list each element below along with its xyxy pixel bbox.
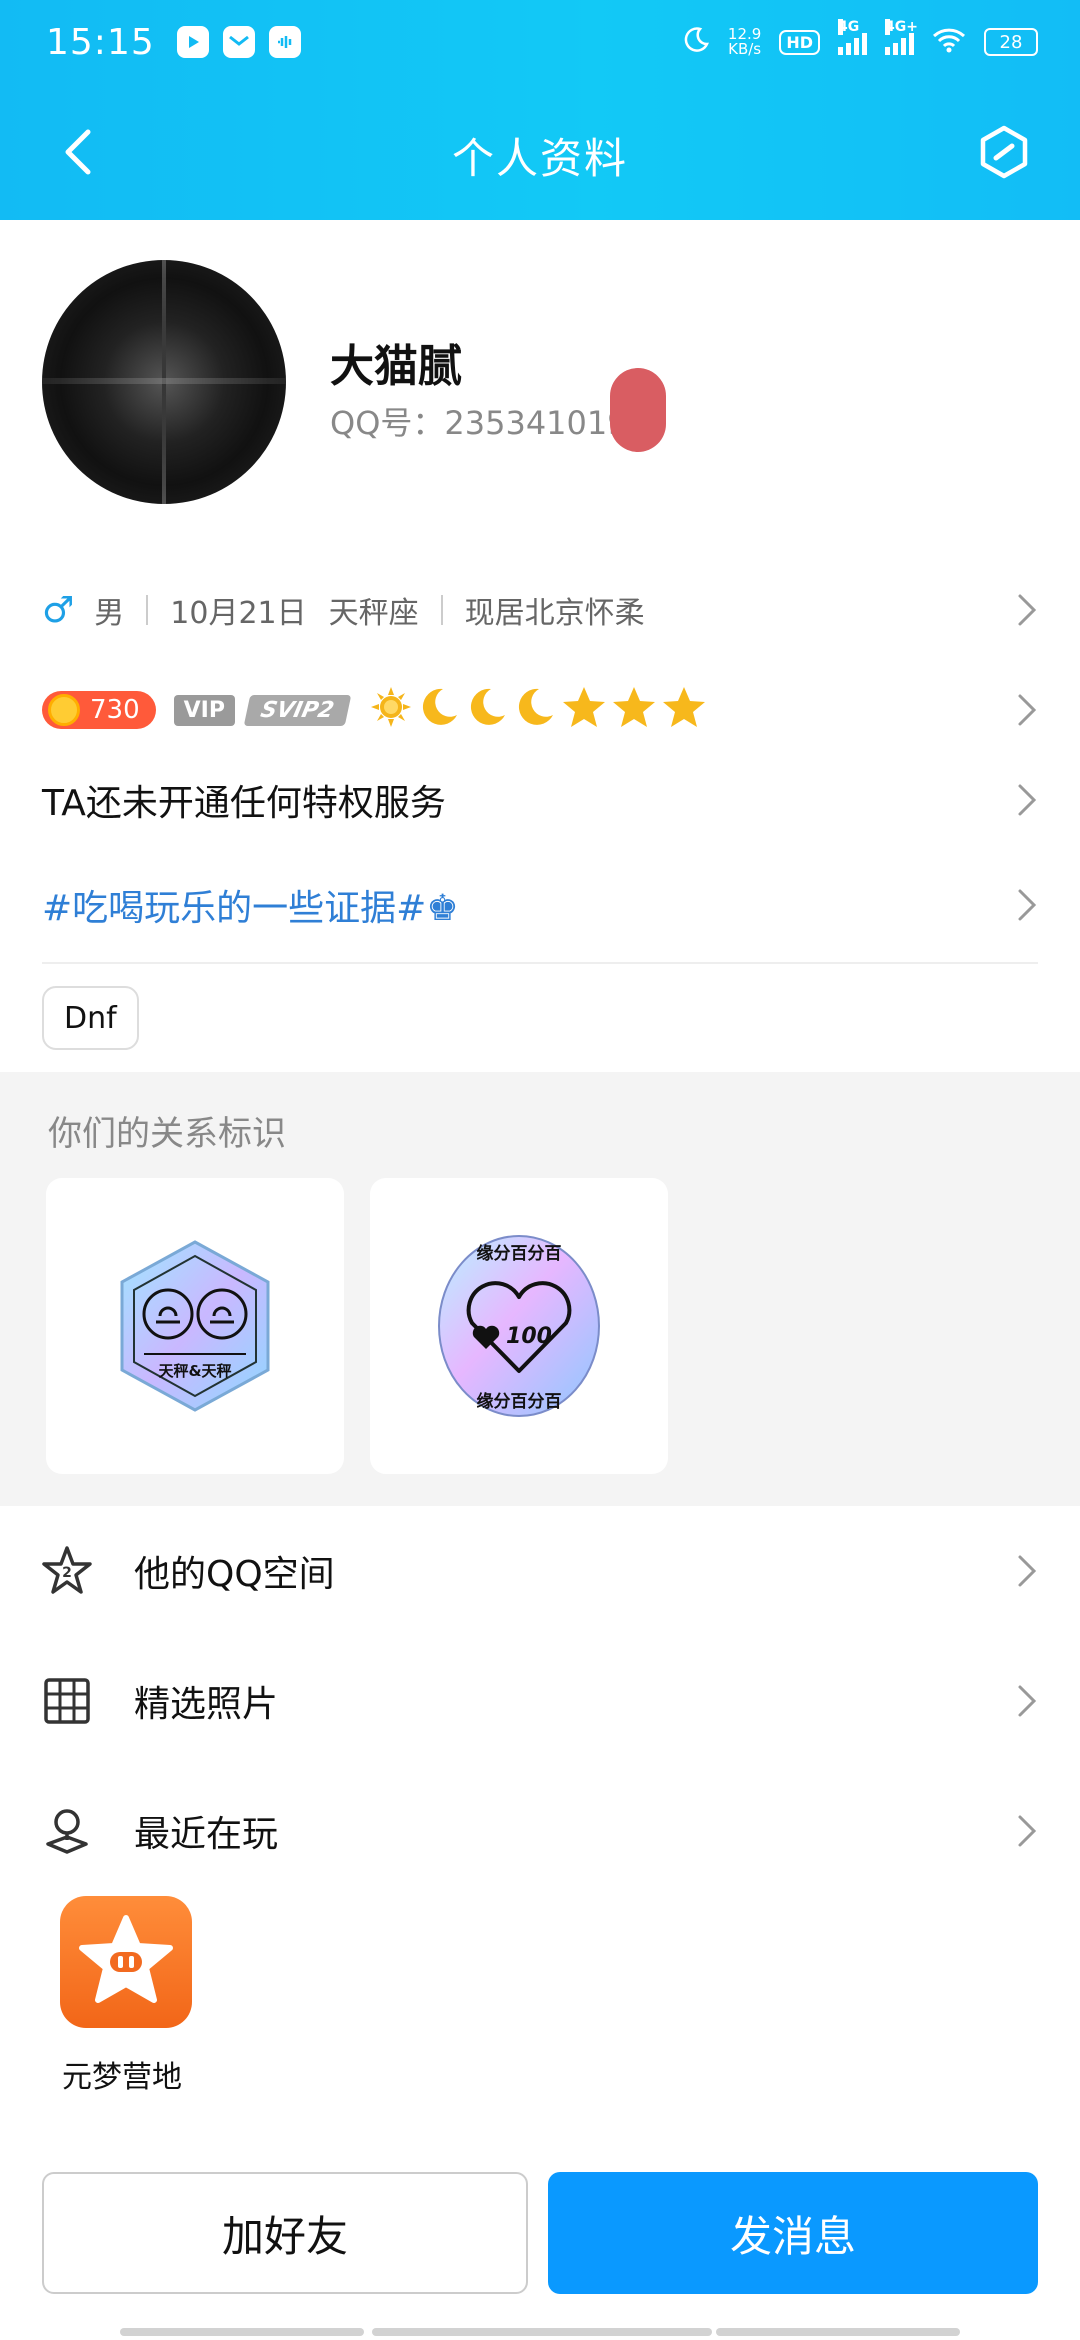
star-icon [661,684,707,737]
chevron-right-icon [1016,692,1038,728]
back-arrow-icon [65,129,91,175]
chevron-right-icon [1016,1683,1038,1719]
home-indicator [372,2328,712,2336]
avatar[interactable] [42,260,286,504]
audio-app-icon [268,26,301,58]
relation-section: 你们的关系标识 天秤&天秤 缘分百分百 100 缘分百分百 [0,1072,1080,1506]
battery-indicator: 28 [984,28,1038,56]
chevron-right-icon [1016,887,1038,923]
star-icon [611,684,657,737]
header: 15:15 12.9 KB/s HD 4G 4G+ 28 个人资料 [0,0,1080,220]
edit-profile-button[interactable] [974,122,1034,182]
add-friend-button[interactable]: 加好友 [42,2172,528,2294]
signature-tag-row[interactable]: #吃喝玩乐的一些证据#♚ [42,855,1038,955]
chevron-right-icon [1016,1553,1038,1589]
send-message-button[interactable]: 发消息 [548,2172,1038,2294]
divider [146,595,149,625]
card2-bottom-text: 缘分百分百 [477,1391,562,1412]
svg-text:2: 2 [62,1565,72,1581]
interest-tag[interactable]: Dnf [42,986,139,1050]
moon-icon [417,685,461,736]
hd-badge: HD [779,29,820,55]
photos-label: 精选照片 [134,1684,279,1725]
zodiac-text: 天秤座 [328,596,419,631]
level-badge: 730 [42,691,156,729]
home-indicator [120,2328,364,2336]
status-bar: 15:15 12.9 KB/s HD 4G 4G+ 28 [0,0,1080,84]
sim2-signal-icon: 4G+ [885,19,918,55]
photos-row[interactable]: 精选照片 [0,1636,1080,1766]
section-divider [42,962,1038,964]
sim1-type: 4G [838,19,860,35]
card2-top-text: 缘分百分百 [477,1243,562,1264]
divider [440,595,443,625]
mail-app-icon [222,26,255,58]
signature-tag-text: #吃喝玩乐的一些证据#♚ [42,888,459,929]
page-title: 个人资料 [451,133,628,183]
recent-playing-row[interactable]: 最近在玩 [0,1766,1080,1896]
qq-number: QQ号：235341019 [330,404,628,442]
qzone-row[interactable]: 2 他的QQ空间 [0,1506,1080,1636]
relation-card-libra[interactable]: 天秤&天秤 [46,1178,344,1474]
nav-bar: 个人资料 [0,100,1080,210]
badge-row[interactable]: 730 VIP SVIP2 [42,660,1038,760]
star-icon [561,684,607,737]
game-pin-icon [40,1804,94,1858]
privilege-text: TA还未开通任何特权服务 [42,783,446,824]
moon-icon [682,26,710,59]
status-right: 12.9 KB/s HD 4G 4G+ 28 [682,19,1038,59]
hexagon-edit-icon [980,125,1028,179]
libra-card-label: 天秤&天秤 [158,1362,231,1380]
location-text: 现居北京怀柔 [464,596,645,631]
moon-icon [513,685,557,736]
libra-badge-icon: 天秤&天秤 [120,1240,270,1412]
game-name: 元梦营地 [62,2060,182,2095]
male-gender-icon: ♂ [42,589,75,631]
status-notification-icons [176,26,301,58]
level-value: 730 [90,695,140,725]
moon-icon [465,685,509,736]
relation-title: 你们的关系标识 [48,1114,286,1154]
qzone-label: 他的QQ空间 [134,1554,335,1595]
star-mascot-icon [79,1915,173,2003]
net-speed-unit: KB/s [728,40,762,58]
recent-playing-label: 最近在玩 [134,1814,279,1855]
birthday-text: 10月21日 [170,596,307,631]
nickname: 大猫腻 [330,341,462,392]
level-icons [369,684,707,737]
chevron-right-icon [1016,1813,1038,1849]
vip-badge: VIP [173,694,235,726]
gender-text: 男 [94,596,125,631]
status-time: 15:15 [46,21,155,63]
redaction-mark [610,368,666,452]
level-sun-icon [48,694,80,726]
chevron-right-icon [1016,592,1038,628]
grid-photos-icon [40,1674,94,1728]
sim2-type: 4G+ [885,19,918,35]
sun-icon [369,685,413,736]
back-button[interactable] [50,122,110,182]
card2-number: 100 [506,1324,552,1349]
network-speed: 12.9 KB/s [728,27,761,57]
relation-card-hundred[interactable]: 缘分百分百 100 缘分百分百 [370,1178,668,1474]
sim1-signal-icon: 4G [838,19,867,55]
chevron-right-icon [1016,782,1038,818]
home-indicator [716,2328,960,2336]
privilege-row[interactable]: TA还未开通任何特权服务 [42,750,1038,850]
heart-badge-icon: 缘分百分百 100 缘分百分百 [438,1235,600,1417]
svip-badge: SVIP2 [243,694,351,726]
video-app-icon [176,26,209,58]
yuanmeng-app-icon[interactable] [60,1896,192,2028]
basic-info-row[interactable]: ♂ 男 10月21日 天秤座 现居北京怀柔 [42,560,1038,660]
wifi-icon [932,27,966,58]
qzone-star-icon: 2 [40,1544,94,1598]
